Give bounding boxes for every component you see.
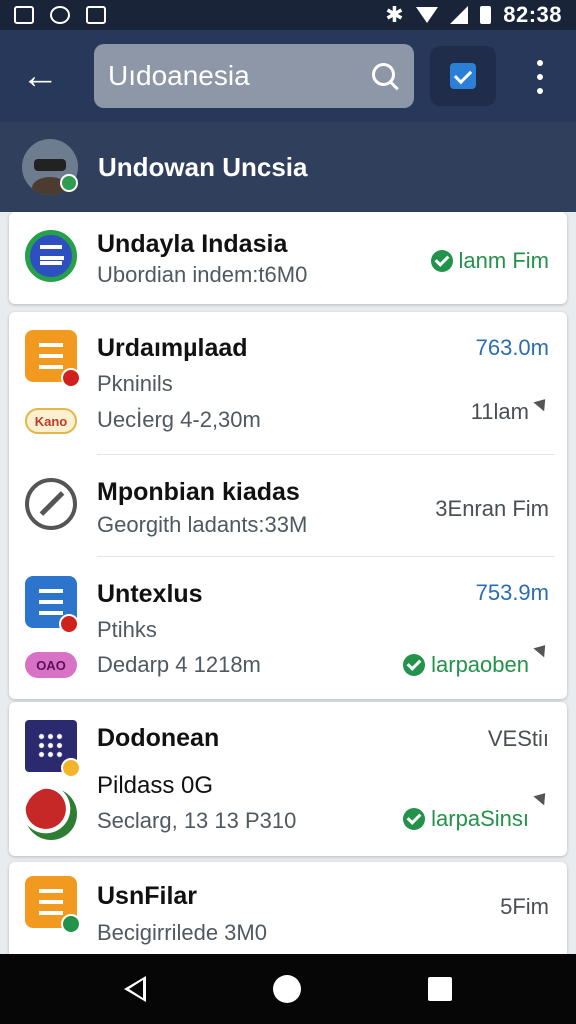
item-subtitle: Georgith ladants:33M	[97, 512, 308, 537]
notes-app-icon	[25, 230, 77, 282]
oao-logo: OAO	[25, 652, 77, 678]
check-circle-icon	[430, 250, 453, 272]
kano-logo: Kano	[25, 408, 77, 434]
bluetooth-icon: ✱	[385, 2, 405, 27]
wifi-icon	[416, 7, 439, 23]
item-title: Dodonean	[97, 724, 220, 752]
list-card: Dodonean Pildass 0G Seclarg, 13 13 P310 …	[9, 702, 567, 856]
list-card: Undayla Indasia Ubordian indem:t6M0 lanm…	[9, 212, 567, 304]
item-value: 5Fim	[500, 894, 549, 919]
item-line3: Uecİerg 4-2,30m	[97, 407, 261, 432]
trend-arrow-icon	[535, 790, 549, 804]
divider	[97, 556, 555, 557]
item-title: Untexlus	[97, 580, 203, 608]
back-arrow-icon[interactable]: ←	[0, 30, 80, 122]
task-check-button[interactable]	[430, 46, 496, 106]
item-line2: Pkninils	[97, 371, 173, 396]
list-card: UsnFilar Becigirrilede 3M0 5Fim	[9, 862, 567, 962]
check-badge-icon	[61, 914, 81, 934]
clock: 82:38	[503, 2, 562, 27]
status-text: 3Enran Fim	[435, 496, 549, 521]
search-field[interactable]: Uıdoanesia	[94, 44, 414, 108]
divider	[97, 454, 555, 455]
search-input[interactable]: Uıdoanesia	[108, 60, 370, 92]
item-line2: Becigirrilede 3M0	[97, 920, 267, 945]
item-line2: Ptihks	[97, 617, 157, 642]
account-name: Undowan Uncsia	[98, 151, 308, 182]
check-circle-icon	[403, 654, 426, 676]
system-nav-bar	[0, 954, 576, 1024]
status-badge: lanm Fim	[430, 248, 549, 274]
alert-badge-icon	[59, 614, 79, 634]
item-line3: Seclarg, 13 13 P310	[97, 808, 297, 833]
list-card: Kano Urdaımµlaad Pkninils Uecİerg 4-2,30…	[9, 312, 567, 699]
edit-circle-icon	[25, 478, 77, 530]
trend-arrow-icon	[535, 642, 549, 656]
top-app-bar: ← Uıdoanesia	[0, 30, 576, 122]
item-line2: Pildass 0G	[97, 772, 214, 799]
checklist-icon	[450, 63, 476, 89]
more-options-icon[interactable]	[528, 60, 552, 94]
online-badge-icon	[60, 174, 78, 192]
status-badge: larpaoben	[403, 652, 529, 678]
nav-back-icon[interactable]	[123, 976, 146, 1002]
item-value: 763.0m	[475, 335, 549, 360]
item-title: Urdaımµlaad	[97, 334, 248, 362]
star-badge-icon	[61, 758, 81, 778]
nav-recents-icon[interactable]	[428, 977, 453, 1001]
alert-badge-icon	[61, 368, 81, 388]
trend-arrow-icon	[535, 396, 549, 410]
item-value: VEStiı	[487, 726, 549, 751]
search-icon[interactable]	[370, 61, 400, 91]
item-title: Mponbian kiadas	[97, 478, 300, 506]
status-badge: larpaSinsı	[403, 806, 529, 832]
image-notification-icon	[14, 6, 34, 24]
sync-notification-icon	[50, 6, 70, 24]
account-header[interactable]: Undowan Uncsia	[0, 122, 576, 212]
item-value: 753.9m	[475, 580, 549, 605]
signal-icon	[450, 6, 469, 24]
flag-circle-icon	[25, 788, 77, 840]
photo-notification-icon	[86, 6, 106, 24]
item-title: Undayla Indasia	[97, 230, 288, 258]
item-subtitle: Ubordian indem:t6M0	[97, 262, 308, 287]
status-bar: ✱ 82:38	[0, 0, 576, 30]
item-title: UsnFilar	[97, 882, 198, 910]
check-circle-icon	[403, 808, 426, 830]
item-value2: 11lam	[470, 399, 529, 424]
item-line3: Dedarp 4 1218m	[97, 652, 261, 677]
nav-home-icon[interactable]	[272, 975, 301, 1003]
battery-icon	[480, 6, 492, 24]
